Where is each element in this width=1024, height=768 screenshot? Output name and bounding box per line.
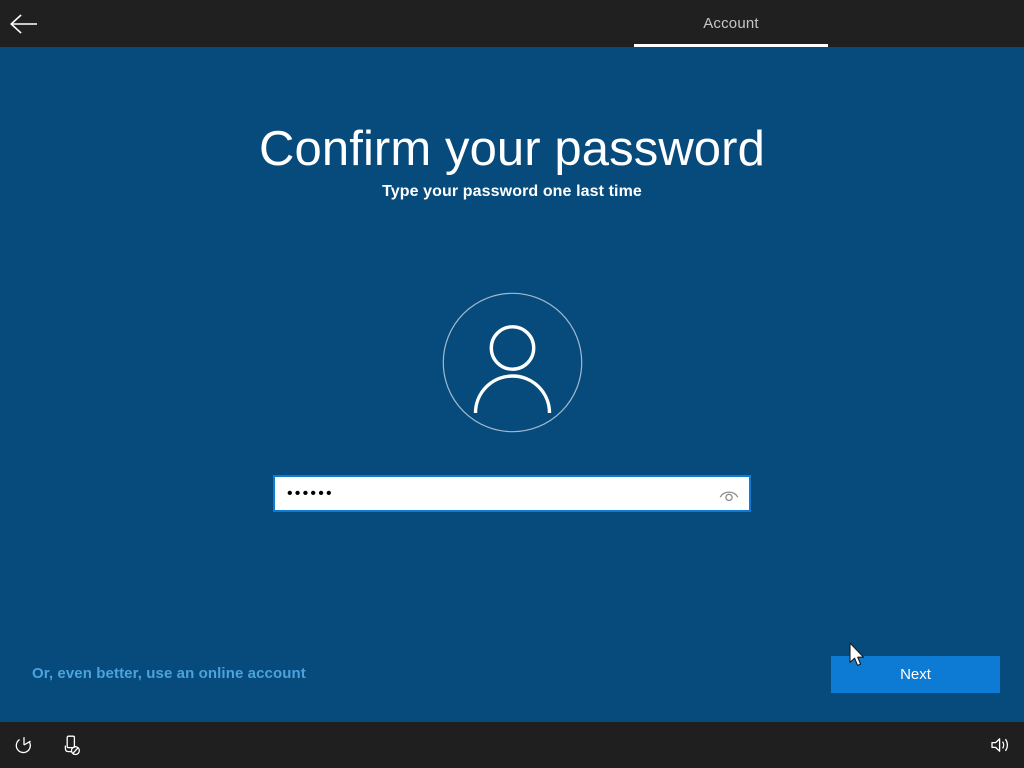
password-input[interactable] bbox=[275, 477, 709, 510]
oobe-screen: Account Confirm your password Type your … bbox=[0, 0, 1024, 768]
top-bar: Account bbox=[0, 0, 1024, 47]
back-button[interactable] bbox=[0, 0, 48, 47]
tab-account-label: Account bbox=[703, 15, 759, 32]
bottom-taskbar bbox=[0, 722, 1024, 768]
password-field-container[interactable] bbox=[273, 475, 751, 512]
user-avatar-icon bbox=[442, 292, 583, 433]
tab-account[interactable]: Account bbox=[634, 0, 828, 47]
online-account-link[interactable]: Or, even better, use an online account bbox=[32, 665, 306, 682]
eye-reveal-icon bbox=[718, 485, 740, 503]
ease-of-access-icon bbox=[62, 734, 82, 756]
volume-icon bbox=[989, 735, 1011, 755]
page-title: Confirm your password bbox=[259, 122, 765, 176]
password-reveal-button[interactable] bbox=[709, 477, 749, 510]
next-button[interactable]: Next bbox=[831, 656, 1000, 693]
power-button[interactable] bbox=[1, 722, 47, 768]
volume-button[interactable] bbox=[977, 722, 1023, 768]
ease-of-access-button[interactable] bbox=[49, 722, 95, 768]
page-subtitle: Type your password one last time bbox=[382, 183, 642, 200]
user-avatar bbox=[442, 292, 583, 433]
main-panel: Confirm your password Type your password… bbox=[0, 47, 1024, 722]
arrow-left-icon bbox=[9, 13, 39, 35]
power-icon bbox=[14, 735, 34, 755]
